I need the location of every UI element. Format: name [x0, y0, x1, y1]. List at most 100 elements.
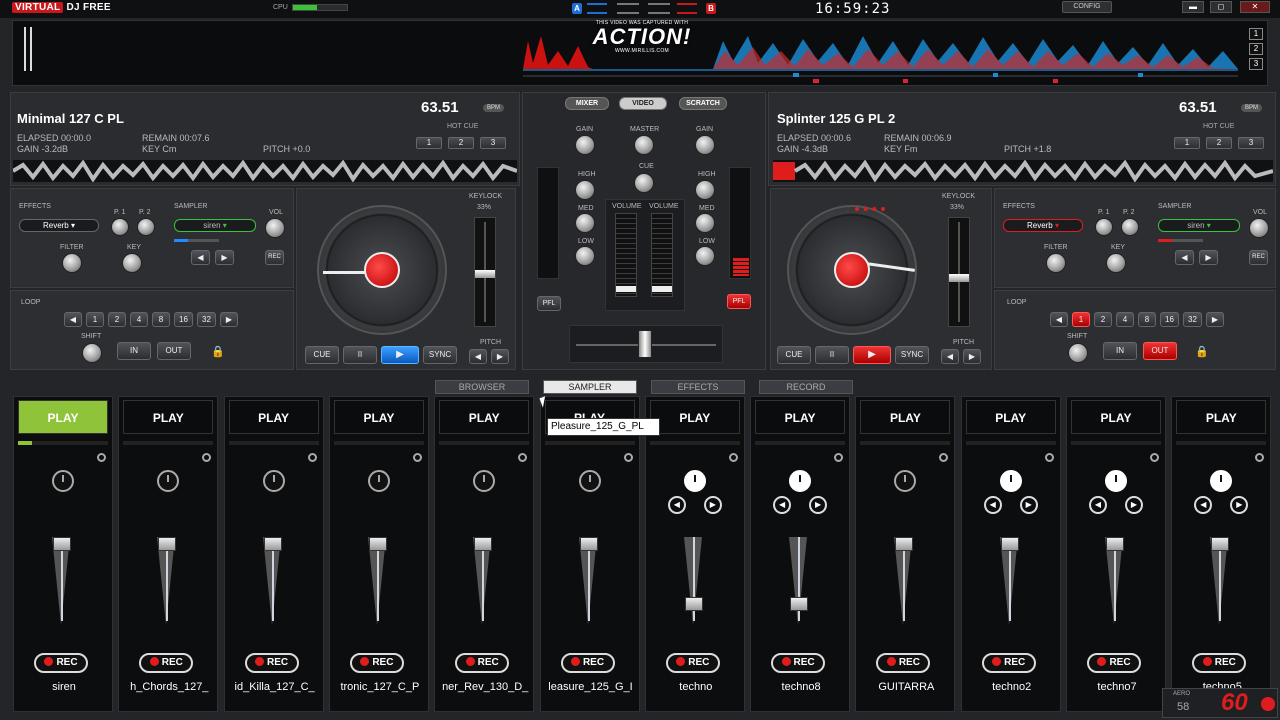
sampler-rec-button[interactable]: REC [1192, 653, 1247, 673]
deck-right-jog-wheel[interactable] [787, 205, 917, 335]
sampler-prev-icon[interactable]: ◀ [773, 496, 792, 514]
sampler-rec-button[interactable]: REC [34, 653, 88, 673]
sampler-rec-button[interactable]: REC [455, 653, 510, 673]
deck-right-loop-4[interactable]: 4 [1116, 312, 1134, 327]
deck-left-loop-next[interactable]: ▶ [220, 312, 238, 327]
tab-mixer[interactable]: MIXER [565, 97, 609, 110]
sampler-settings-icon[interactable] [202, 453, 212, 462]
sampler-settings-icon[interactable] [1150, 453, 1159, 462]
deck-left-sampler-rec-button[interactable]: REC [265, 250, 284, 265]
deck-left-sampler-next[interactable]: ▶ [215, 250, 234, 265]
deck-right-loop-next[interactable]: ▶ [1206, 312, 1224, 327]
master-volume-knob[interactable] [634, 135, 654, 155]
deck-right-loop-prev[interactable]: ◀ [1050, 312, 1068, 327]
sampler-volume-handle[interactable] [1000, 537, 1019, 551]
deck-left-high-knob[interactable] [575, 180, 595, 200]
deck-left-filter-knob[interactable] [62, 253, 82, 273]
deck-right-high-knob[interactable] [695, 180, 715, 200]
deck-right-pitch-up[interactable]: ▶ [963, 349, 981, 364]
deck-right-bpm-button[interactable]: BPM [1241, 104, 1263, 112]
deck-right-loop-16[interactable]: 16 [1160, 312, 1179, 327]
deck-right-play-button[interactable]: ▶ [853, 346, 891, 364]
deck-left-pitch-up[interactable]: ▶ [491, 349, 509, 364]
overview-button-3[interactable]: 3 [1249, 58, 1263, 70]
sampler-next-icon[interactable]: ▶ [1125, 496, 1143, 514]
deck-right-loop-2[interactable]: 2 [1094, 312, 1112, 327]
sampler-pitch-knob[interactable] [683, 470, 706, 492]
deck-right-effect-select[interactable]: Reverb ▾ [1003, 219, 1083, 232]
sampler-play-button[interactable]: PLAY [860, 400, 951, 434]
sampler-pitch-knob[interactable] [894, 470, 917, 492]
deck-left-sample-select[interactable]: siren ▾ [174, 219, 256, 232]
minimize-button[interactable]: ▬ [1182, 1, 1204, 13]
deck-left-med-knob[interactable] [575, 213, 595, 233]
sampler-next-icon[interactable]: ▶ [809, 496, 828, 514]
deck-right-loop-in[interactable]: IN [1103, 342, 1137, 360]
sampler-volume-handle[interactable] [579, 537, 598, 551]
sampler-play-button[interactable]: PLAY [18, 400, 108, 434]
tab-sampler[interactable]: SAMPLER [543, 380, 637, 394]
cue-volume-knob[interactable] [634, 173, 654, 193]
deck-left-bpm-button[interactable]: BPM [483, 104, 505, 112]
effect-p1-knob-right[interactable] [1095, 218, 1113, 236]
deck-right-pitch-down[interactable]: ◀ [941, 349, 959, 364]
deck-right-gain-knob[interactable] [695, 135, 715, 155]
sampler-next-icon[interactable]: ▶ [1230, 496, 1249, 514]
sampler-pitch-knob[interactable] [52, 470, 74, 492]
deck-left-volume-fader[interactable] [615, 213, 637, 297]
deck-left-loop-2[interactable]: 2 [108, 312, 126, 327]
sampler-pitch-knob[interactable] [262, 470, 285, 492]
sampler-prev-icon[interactable]: ◀ [1194, 496, 1213, 514]
deck-right-sampler-prev[interactable]: ◀ [1175, 250, 1194, 265]
deck-right-low-knob[interactable] [695, 246, 715, 266]
deck-right-loop-1[interactable]: 1 [1072, 312, 1090, 327]
sampler-play-button[interactable]: PLAY [439, 400, 530, 434]
sampler-rec-button[interactable]: REC [771, 653, 826, 673]
sampler-play-button[interactable]: PLAY [333, 400, 424, 434]
sampler-rec-button[interactable]: REC [139, 653, 194, 673]
sampler-rec-button[interactable]: REC [349, 653, 404, 673]
deck-right-sampler-rec-button[interactable]: REC [1249, 250, 1268, 265]
sampler-settings-icon[interactable] [834, 453, 844, 462]
sampler-rec-button[interactable]: REC [876, 653, 931, 673]
sampler-prev-icon[interactable]: ◀ [1089, 496, 1107, 514]
sampler-play-button[interactable]: PLAY [1176, 400, 1267, 434]
deck-right-sample-select[interactable]: siren ▾ [1158, 219, 1240, 232]
sampler-settings-icon[interactable] [412, 453, 422, 462]
sampler-settings-icon[interactable] [1255, 453, 1265, 462]
sampler-rec-button[interactable]: REC [560, 653, 615, 673]
deck-left-loop-4[interactable]: 4 [130, 312, 148, 327]
deck-right-hotcue-3[interactable]: 3 [1238, 137, 1264, 149]
sampler-rec-button[interactable]: REC [665, 653, 720, 673]
sampler-volume-handle[interactable] [684, 596, 703, 611]
deck-left-effect-select[interactable]: Reverb ▾ [19, 219, 99, 232]
effect-p1-knob[interactable] [111, 218, 129, 236]
deck-left-loop-prev[interactable]: ◀ [64, 312, 82, 327]
sampler-settings-icon[interactable] [1044, 453, 1054, 462]
deck-left-low-knob[interactable] [575, 246, 595, 266]
deck-left-cue-button[interactable]: CUE [305, 346, 339, 364]
maximize-button[interactable]: ◻ [1210, 1, 1232, 13]
deck-a-button[interactable]: A [572, 3, 582, 14]
deck-right-loop-8[interactable]: 8 [1138, 312, 1156, 327]
deck-right-hotcue-1[interactable]: 1 [1174, 137, 1200, 149]
sampler-play-button[interactable]: PLAY [123, 400, 214, 434]
sampler-rec-button[interactable]: REC [981, 653, 1036, 673]
sampler-prev-icon[interactable]: ◀ [983, 496, 1002, 514]
sampler-pitch-knob[interactable] [789, 470, 812, 492]
sampler-play-button[interactable]: PLAY [1071, 400, 1161, 434]
deck-right-sync-button[interactable]: SYNC [895, 346, 929, 364]
sampler-volume-handle[interactable] [1106, 537, 1124, 551]
sampler-pitch-knob[interactable] [1210, 470, 1233, 492]
overview-button-2[interactable]: 2 [1249, 43, 1263, 55]
deck-left-play-button[interactable]: ▶ [381, 346, 419, 364]
deck-left-hotcue-1[interactable]: 1 [416, 137, 442, 149]
sampler-volume-handle[interactable] [1211, 537, 1230, 551]
deck-right-lock-icon[interactable]: 🔒 [1195, 345, 1209, 358]
config-button[interactable]: CONFIG [1062, 1, 1112, 13]
sampler-volume-handle[interactable] [790, 596, 809, 611]
deck-left-loop-out[interactable]: OUT [157, 342, 191, 360]
deck-right-hotcue-2[interactable]: 2 [1206, 137, 1232, 149]
effect-p2-knob-right[interactable] [1121, 218, 1139, 236]
deck-right-pause-button[interactable]: II [815, 346, 849, 364]
